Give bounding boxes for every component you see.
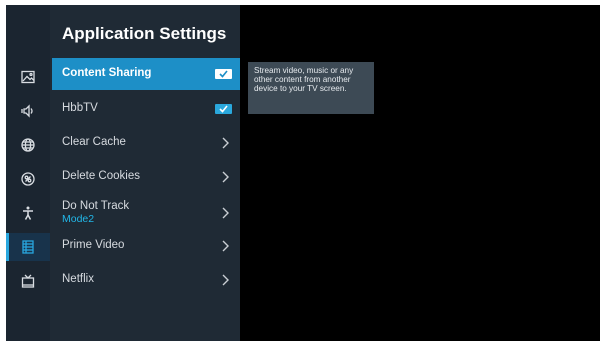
menu-item-value: Mode2: [62, 213, 95, 225]
help-tooltip: Stream video, music or any other content…: [248, 62, 374, 114]
menu-item-label: Do Not Track: [62, 200, 130, 212]
toggle-switch[interactable]: [215, 104, 232, 114]
rail-item-general[interactable]: [6, 165, 50, 193]
menu-item-label: Netflix: [62, 273, 94, 285]
apps-icon: [22, 240, 34, 254]
rail-item-apps[interactable]: [6, 233, 50, 261]
accessibility-icon: [23, 206, 33, 220]
chevron-right-icon: [222, 137, 229, 149]
check-icon: [219, 70, 228, 78]
rail-item-sound[interactable]: [6, 97, 50, 125]
settings-panel: Application Settings Content Sharing Hbb…: [50, 5, 240, 341]
active-indicator: [6, 233, 9, 261]
rail-item-accessibility[interactable]: [6, 199, 50, 227]
check-icon: [219, 105, 228, 113]
menu-item-label: HbbTV: [62, 102, 98, 114]
sound-icon: [21, 104, 33, 118]
menu-item-do-not-track[interactable]: Do Not Track Mode2: [52, 197, 240, 229]
picture-icon: [21, 70, 35, 84]
menu-item-content-sharing[interactable]: Content Sharing: [52, 58, 240, 90]
chevron-right-icon: [222, 240, 229, 252]
page-title: Application Settings: [62, 24, 227, 43]
tv-icon: [21, 274, 35, 288]
network-icon: [21, 138, 35, 152]
menu-item-netflix[interactable]: Netflix: [52, 264, 240, 296]
chevron-right-icon: [222, 274, 229, 286]
menu-item-clear-cache[interactable]: Clear Cache: [52, 127, 240, 159]
rail-item-picture[interactable]: [6, 63, 50, 91]
menu-item-prime-video[interactable]: Prime Video: [52, 230, 240, 262]
menu-item-label: Content Sharing: [62, 67, 152, 79]
general-icon: [21, 172, 35, 186]
menu-item-label: Prime Video: [62, 239, 125, 251]
menu-item-label: Clear Cache: [62, 136, 126, 148]
toggle-switch[interactable]: [215, 69, 232, 79]
category-rail: [6, 5, 50, 341]
menu-item-delete-cookies[interactable]: Delete Cookies: [52, 161, 240, 193]
tv-screen: Application Settings Content Sharing Hbb…: [6, 5, 600, 341]
rail-item-tv[interactable]: [6, 267, 50, 295]
chevron-right-icon: [222, 207, 229, 219]
chevron-right-icon: [222, 171, 229, 183]
menu-item-label: Delete Cookies: [62, 170, 140, 182]
menu-item-hbbtv[interactable]: HbbTV: [52, 93, 240, 125]
rail-item-network[interactable]: [6, 131, 50, 159]
